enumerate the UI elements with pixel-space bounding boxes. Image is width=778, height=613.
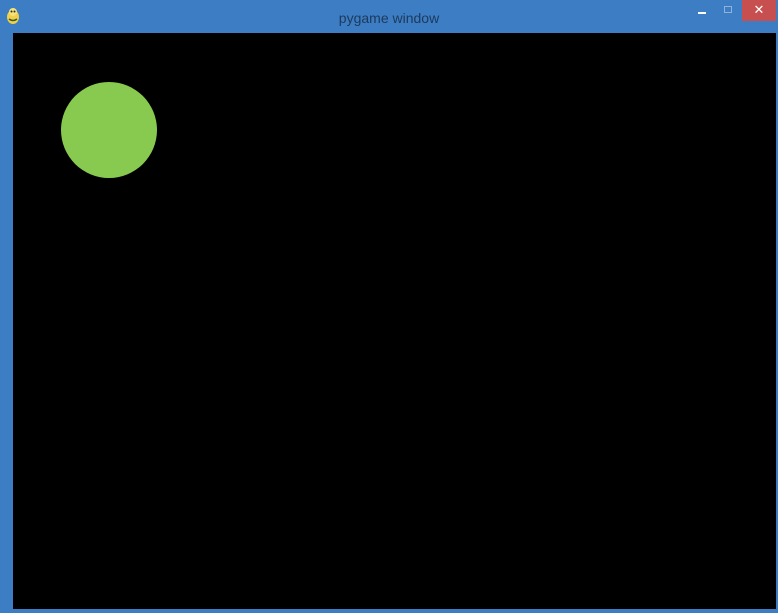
- minimize-icon: [698, 12, 706, 14]
- close-button[interactable]: ✕: [742, 0, 776, 21]
- minimize-button[interactable]: [689, 0, 716, 21]
- maximize-button[interactable]: [716, 0, 742, 21]
- game-canvas[interactable]: [13, 33, 776, 609]
- close-icon: ✕: [753, 3, 765, 18]
- window-title: pygame window: [338, 10, 440, 26]
- green-ball: [61, 82, 157, 178]
- pygame-window: pygame window ✕: [0, 0, 778, 613]
- title-bar[interactable]: pygame window ✕: [0, 0, 778, 33]
- maximize-icon: [724, 6, 732, 13]
